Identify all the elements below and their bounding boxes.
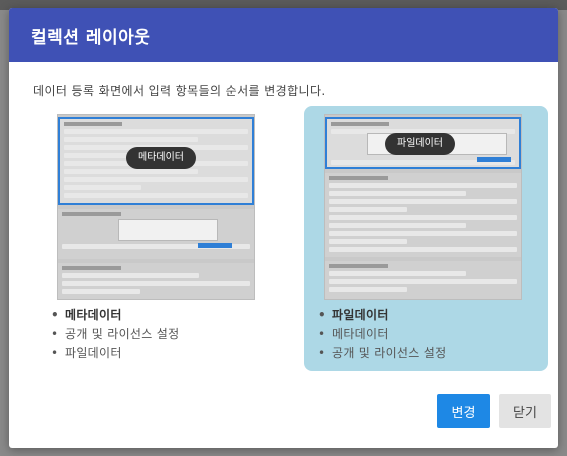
change-button[interactable]: 변경 bbox=[437, 394, 490, 428]
list-item: • 파일데이터 bbox=[51, 344, 179, 363]
list-item-label: 공개 및 라이선스 설정 bbox=[332, 346, 447, 360]
list-item-label: 메타데이터 bbox=[332, 327, 389, 341]
list-item: • 공개 및 라이선스 설정 bbox=[51, 325, 179, 344]
close-button[interactable]: 닫기 bbox=[499, 394, 551, 428]
bullet-icon: • bbox=[51, 327, 59, 341]
collection-layout-dialog: 컬렉션 레이아웃 데이터 등록 화면에서 입력 항목들의 순서를 변경합니다. … bbox=[9, 8, 558, 448]
preview-file-section bbox=[58, 209, 254, 259]
preview-focus-label: 메타데이터 bbox=[126, 147, 196, 169]
preview-license-section bbox=[325, 261, 521, 299]
list-item: • 파일데이터 bbox=[318, 306, 446, 325]
bullet-icon: • bbox=[318, 308, 326, 322]
list-item-label: 메타데이터 bbox=[65, 308, 122, 322]
layout-option-metadata-first[interactable]: 메타데이터 • 메타데이터 • 공개 및 라이선스 설정 • 파일데이터 bbox=[37, 106, 281, 371]
layout-preview-image: 메타데이터 bbox=[57, 114, 255, 300]
layout-option-file-first[interactable]: 파일데이터 • 파일데이터 • 메타데이터 • 공개 및 라이선스 설정 bbox=[304, 106, 548, 371]
list-item: • 메타데이터 bbox=[51, 306, 179, 325]
dialog-title: 컬렉션 레이아웃 bbox=[31, 27, 151, 48]
preview-license-section bbox=[58, 263, 254, 299]
layout-preview-image: 파일데이터 bbox=[324, 114, 522, 300]
preview-metadata-section bbox=[325, 173, 521, 257]
dialog-description: 데이터 등록 화면에서 입력 항목들의 순서를 변경합니다. bbox=[33, 84, 326, 98]
bullet-icon: • bbox=[318, 346, 326, 360]
list-item-label: 파일데이터 bbox=[65, 346, 122, 360]
list-item: • 공개 및 라이선스 설정 bbox=[318, 344, 446, 363]
list-item-label: 공개 및 라이선스 설정 bbox=[65, 327, 180, 341]
section-order-list: • 메타데이터 • 공개 및 라이선스 설정 • 파일데이터 bbox=[51, 306, 179, 363]
bullet-icon: • bbox=[51, 346, 59, 360]
bullet-icon: • bbox=[51, 308, 59, 322]
preview-focus-label: 파일데이터 bbox=[385, 133, 455, 155]
list-item: • 메타데이터 bbox=[318, 325, 446, 344]
section-order-list: • 파일데이터 • 메타데이터 • 공개 및 라이선스 설정 bbox=[318, 306, 446, 363]
list-item-label: 파일데이터 bbox=[332, 308, 389, 322]
dialog-header: 컬렉션 레이아웃 bbox=[9, 8, 558, 62]
bullet-icon: • bbox=[318, 327, 326, 341]
